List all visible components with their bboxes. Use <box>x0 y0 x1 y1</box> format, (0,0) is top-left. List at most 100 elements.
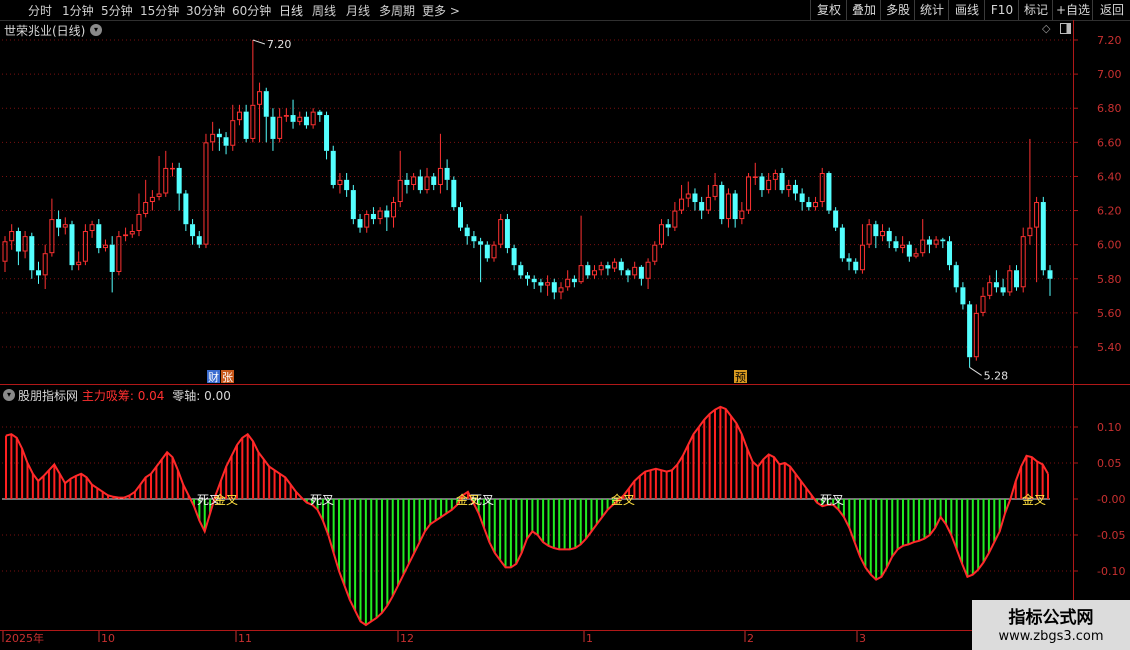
candlestick <box>886 227 892 249</box>
period-tab-30min[interactable]: 30分钟 <box>186 2 225 19</box>
candlestick <box>605 261 611 276</box>
candlestick <box>705 184 711 214</box>
candle-body-up <box>558 287 564 293</box>
candle-body-down <box>531 278 537 283</box>
candlestick <box>129 224 135 238</box>
period-tab-daily[interactable]: 日线 <box>279 2 303 19</box>
candle-body-up <box>163 167 169 194</box>
candle-body-down <box>263 91 269 117</box>
period-tab-5min[interactable]: 5分钟 <box>101 2 133 19</box>
candle-body-up <box>712 184 718 197</box>
candlestick <box>551 278 557 300</box>
candlestick <box>257 82 263 143</box>
candlestick <box>638 265 644 286</box>
period-tab-fenshi[interactable]: 分时 <box>28 2 52 19</box>
candlestick <box>330 145 336 189</box>
candle-body-up <box>49 219 55 254</box>
period-tab-1min[interactable]: 1分钟 <box>62 2 94 19</box>
candle-body-down <box>96 224 102 249</box>
candle-body-up <box>658 224 664 245</box>
diamond-icon[interactable]: ◇ <box>1042 22 1050 35</box>
candle-body-down <box>699 202 705 211</box>
add-favorite-button[interactable]: +自选 <box>1052 0 1093 20</box>
candlestick <box>464 224 470 245</box>
candle-body-down <box>344 179 350 191</box>
statistics-button[interactable]: 统计 <box>914 0 949 20</box>
low-pointer <box>969 367 982 376</box>
multi-stock-button[interactable]: 多股 <box>880 0 915 20</box>
candle-body-up <box>257 91 263 105</box>
candlestick <box>444 159 450 191</box>
indicator-title: 股朋指标网 主力吸筹: 0.04 零轴: 0.00 <box>18 387 231 404</box>
candlestick <box>297 111 303 126</box>
candlestick <box>49 198 55 257</box>
time-axis-label: 2025年 <box>5 631 44 645</box>
candle-body-up <box>76 261 82 266</box>
panel-toggle-icon[interactable] <box>1060 23 1071 34</box>
back-button[interactable]: 返回 <box>1092 0 1130 20</box>
candlestick <box>618 258 624 276</box>
candlestick <box>216 128 222 151</box>
period-tab-15min[interactable]: 15分钟 <box>140 2 179 19</box>
period-tab-weekly[interactable]: 周线 <box>312 2 336 19</box>
candle-body-down <box>967 304 973 358</box>
candlestick <box>739 202 745 225</box>
candlestick <box>156 155 162 201</box>
candle-body-down <box>216 133 222 138</box>
candlestick <box>612 258 618 272</box>
period-tab-multi[interactable]: 多周期 <box>379 2 415 19</box>
candle-body-down <box>303 116 309 126</box>
chevron-down-icon[interactable]: ▾ <box>90 24 102 36</box>
candlestick <box>89 220 95 238</box>
candlestick <box>1007 265 1013 296</box>
candle-body-down <box>370 213 376 220</box>
candle-body-up <box>156 193 162 197</box>
candle-body-up <box>102 244 108 249</box>
candlestick <box>725 188 731 228</box>
period-tab-60min[interactable]: 60分钟 <box>232 2 271 19</box>
event-marker-text: 预 <box>735 371 746 384</box>
event-marker-text: 财 <box>208 370 219 384</box>
mark-button[interactable]: 标记 <box>1018 0 1053 20</box>
time-axis-label: 3 <box>859 632 866 645</box>
candlestick <box>585 261 591 279</box>
low-price-label: 5.28 <box>984 369 1009 382</box>
overlay-button[interactable]: 叠加 <box>846 0 881 20</box>
candlestick <box>632 261 638 279</box>
candlestick <box>417 169 423 194</box>
candle-body-up <box>1020 236 1026 288</box>
candle-body-down <box>732 193 738 220</box>
candle-body-down <box>357 219 363 228</box>
candle-body-up <box>705 196 711 211</box>
event-marker-box <box>207 370 220 383</box>
candlestick <box>866 219 872 249</box>
candle-body-down <box>605 265 611 269</box>
candlestick <box>980 287 986 317</box>
candle-body-up <box>424 176 430 191</box>
candle-body-up <box>437 167 443 185</box>
candle-body-up <box>859 244 865 271</box>
candle-body-up <box>136 213 142 232</box>
period-tab-more[interactable]: 更多 > <box>422 2 460 19</box>
indicator-menu-icon[interactable]: ▾ <box>3 389 15 401</box>
fuquan-button[interactable]: 复权 <box>810 0 847 20</box>
candlestick <box>893 236 899 252</box>
candle-body-up <box>169 167 175 170</box>
f10-button[interactable]: F10 <box>984 0 1019 20</box>
candle-body-up <box>203 142 209 245</box>
candlestick <box>1034 196 1040 283</box>
candlestick <box>116 231 122 276</box>
candlestick <box>859 224 865 274</box>
candle-body-up <box>679 198 685 211</box>
period-tab-monthly[interactable]: 月线 <box>346 2 370 19</box>
candlestick <box>538 278 544 293</box>
candle-body-down <box>451 179 457 208</box>
draw-line-button[interactable]: 画线 <box>948 0 985 20</box>
chart-canvas: 7.20 7.00 6.80 6.60 6.40 6.20 6.00 5.80 5.60 5.40… <box>0 20 1130 645</box>
candle-body-down <box>853 261 859 271</box>
candlestick <box>853 258 859 274</box>
candlestick <box>344 173 350 197</box>
candle-body-down <box>618 261 624 271</box>
candlestick <box>591 265 597 279</box>
candle-body-down <box>518 265 524 276</box>
